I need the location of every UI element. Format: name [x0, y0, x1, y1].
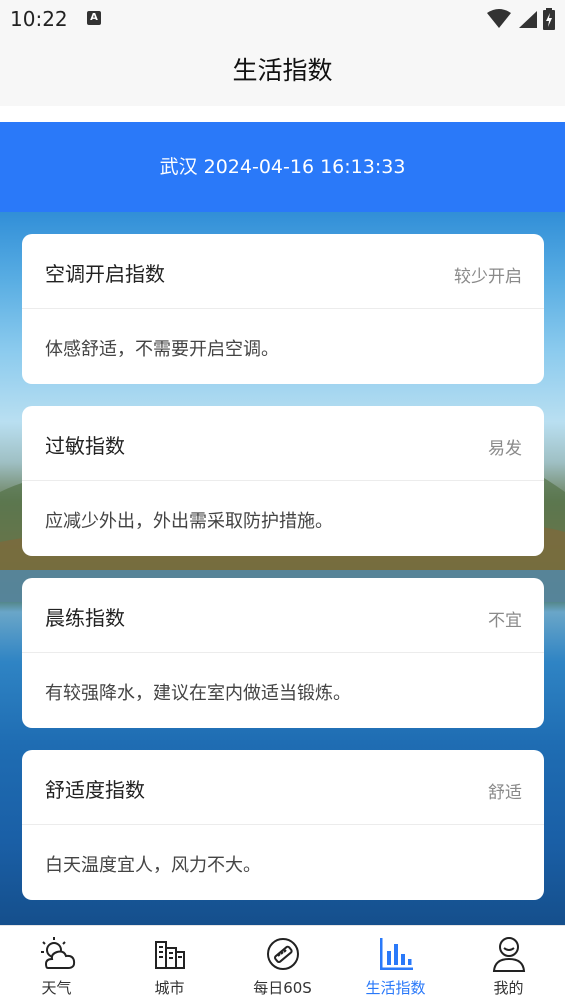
location-date-banner: 武汉 2024-04-16 16:13:33	[0, 122, 565, 212]
index-card-allergy[interactable]: 过敏指数 易发 应减少外出，外出需采取防护措施。	[22, 406, 544, 556]
card-header: 过敏指数 易发	[22, 406, 544, 481]
nav-label: 天气	[41, 979, 72, 997]
nav-label: 我的	[493, 979, 524, 997]
title-bar: 生活指数	[0, 38, 565, 106]
page-title: 生活指数	[232, 56, 333, 85]
card-description: 白天温度宜人，风力不大。	[45, 855, 261, 876]
city-icon	[154, 941, 185, 969]
card-level: 较少开启	[454, 267, 522, 287]
status-icons	[487, 8, 555, 30]
status-time: 10:22	[10, 7, 68, 31]
card-header: 舒适度指数 舒适	[22, 750, 544, 825]
location-datetime: 武汉 2024-04-16 16:13:33	[159, 156, 406, 178]
status-bar: 10:22 A	[0, 0, 565, 38]
bottom-nav: 天气 城市 每日60S 生活指数 我的	[0, 925, 565, 1004]
nav-item-weather[interactable]: 天气	[0, 926, 113, 1004]
nav-label: 每日60S	[253, 979, 312, 997]
notification-badge-icon: A	[87, 11, 101, 25]
card-description: 体感舒适，不需要开启空调。	[45, 339, 279, 360]
card-level: 易发	[488, 439, 522, 459]
nav-item-profile[interactable]: 我的	[452, 926, 565, 1004]
card-level: 不宜	[488, 611, 522, 631]
main-content[interactable]: 武汉 2024-04-16 16:13:33 空调开启指数 较少开启 体感舒适，…	[0, 122, 565, 925]
nav-item-daily-60s[interactable]: 每日60S	[226, 926, 339, 1004]
nav-label: 城市	[154, 979, 185, 997]
card-header: 空调开启指数 较少开启	[22, 234, 544, 309]
index-card-morning-exercise[interactable]: 晨练指数 不宜 有较强降水，建议在室内做适当锻炼。	[22, 578, 544, 728]
card-level: 舒适	[488, 783, 522, 803]
wifi-icon	[487, 9, 511, 28]
card-header: 晨练指数 不宜	[22, 578, 544, 653]
weather-icon	[40, 937, 75, 969]
battery-charging-icon	[543, 8, 555, 30]
card-description: 有较强降水，建议在室内做适当锻炼。	[45, 683, 351, 704]
profile-icon	[492, 937, 525, 972]
nav-item-city[interactable]: 城市	[113, 926, 226, 1004]
card-title: 晨练指数	[45, 606, 125, 630]
card-description: 应减少外出，外出需采取防护措施。	[45, 511, 333, 532]
nav-item-life-index[interactable]: 生活指数	[339, 926, 452, 1004]
cellular-signal-icon	[519, 11, 537, 28]
card-title: 舒适度指数	[45, 778, 145, 802]
life-index-icon	[379, 938, 413, 970]
nav-label: 生活指数	[365, 979, 426, 997]
title-divider	[0, 106, 565, 122]
daily-60s-icon	[266, 938, 299, 970]
card-title: 过敏指数	[45, 434, 125, 458]
index-card-ac[interactable]: 空调开启指数 较少开启 体感舒适，不需要开启空调。	[22, 234, 544, 384]
card-title: 空调开启指数	[45, 262, 165, 286]
index-card-comfort[interactable]: 舒适度指数 舒适 白天温度宜人，风力不大。	[22, 750, 544, 900]
